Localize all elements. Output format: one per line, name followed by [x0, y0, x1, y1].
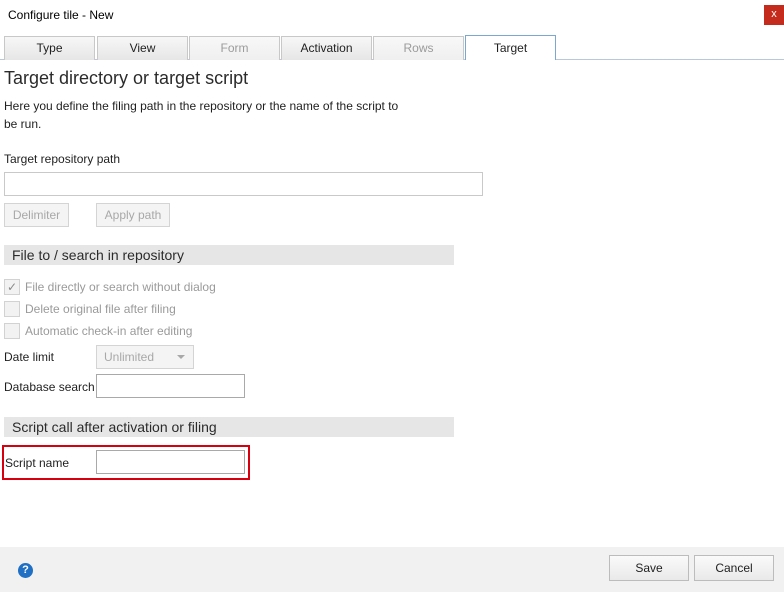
window-title: Configure tile - New: [8, 8, 114, 22]
close-button[interactable]: x: [764, 5, 784, 25]
date-limit-value: Unlimited: [104, 350, 155, 364]
tab-target[interactable]: Target: [465, 35, 556, 60]
page-title: Target directory or target script: [4, 68, 249, 88]
script-name-input[interactable]: [96, 450, 245, 474]
tab-view[interactable]: View: [97, 36, 188, 60]
date-limit-label: Date limit: [4, 350, 55, 364]
checkmark-icon: ✓: [6, 280, 18, 294]
database-search-input[interactable]: [96, 374, 245, 398]
database-search-label: Database search: [4, 380, 95, 394]
tab-form: Form: [189, 36, 280, 60]
auto-checkin-label: Automatic check-in after editing: [25, 324, 193, 338]
chevron-down-icon: [177, 355, 185, 359]
tab-type[interactable]: Type: [4, 36, 95, 60]
script-name-label: Script name: [5, 456, 70, 470]
tab-activation[interactable]: Activation: [281, 36, 372, 60]
auto-checkin-checkbox: [4, 323, 20, 339]
file-directly-label: File directly or search without dialog: [25, 280, 216, 294]
footer-bar: ? Save Cancel: [0, 547, 784, 592]
delimiter-button: Delimiter: [4, 203, 69, 227]
close-icon: x: [771, 8, 777, 20]
save-button[interactable]: Save: [609, 555, 689, 581]
repo-path-label: Target repository path: [4, 152, 121, 166]
apply-path-button: Apply path: [96, 203, 170, 227]
tab-bar: Type View Form Activation Rows Target: [0, 34, 784, 60]
page-description: Here you define the filing path in the r…: [4, 99, 399, 131]
script-section-header: Script call after activation or filing: [4, 417, 454, 437]
auto-checkin-checkbox-row: Automatic check-in after editing: [4, 323, 304, 341]
tab-rows: Rows: [373, 36, 464, 60]
file-section-header: File to / search in repository: [4, 245, 454, 265]
repo-path-input[interactable]: [4, 172, 483, 196]
help-icon[interactable]: ?: [18, 563, 33, 578]
cancel-button[interactable]: Cancel: [694, 555, 774, 581]
file-directly-checkbox-row: ✓ File directly or search without dialog: [4, 279, 304, 297]
title-bar: Configure tile - New x: [0, 0, 784, 32]
file-directly-checkbox: ✓: [4, 279, 20, 295]
delete-original-checkbox-row: Delete original file after filing: [4, 301, 304, 319]
date-limit-select: Unlimited: [96, 345, 194, 369]
delete-original-checkbox: [4, 301, 20, 317]
delete-original-label: Delete original file after filing: [25, 302, 176, 316]
